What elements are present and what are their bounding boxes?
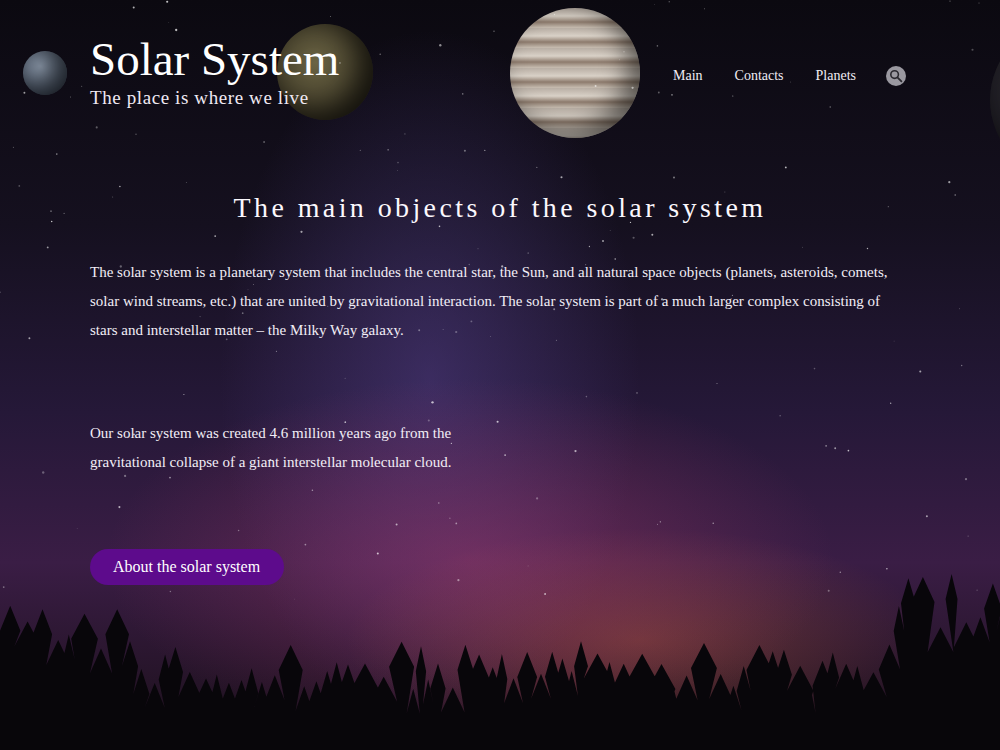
nav-link[interactable]: Contacts (733, 65, 786, 87)
about-button[interactable]: About the solar system (90, 549, 284, 585)
page: Solar System The place is where we live Ma… (0, 0, 1000, 585)
planet-icon (510, 8, 640, 138)
site-tagline: The place is where we live (90, 86, 339, 110)
site-header: Solar System The place is where we live Ma… (90, 36, 910, 110)
nav-link[interactable]: Planets (814, 65, 858, 87)
planet-icon (990, 20, 1000, 180)
site-title: Solar System (90, 36, 339, 82)
section-heading: The main objects of the solar system (90, 190, 910, 226)
main-nav: Main Contacts Planets (671, 36, 910, 87)
brand: Solar System The place is where we live (90, 36, 339, 110)
nav-link[interactable]: Main (671, 65, 705, 87)
paragraph: Our solar system was created 4.6 million… (90, 419, 510, 477)
paragraph: The solar system is a planetary system t… (90, 258, 890, 345)
search-icon[interactable] (886, 66, 906, 86)
planet-icon (23, 51, 67, 95)
stars (0, 0, 1000, 750)
